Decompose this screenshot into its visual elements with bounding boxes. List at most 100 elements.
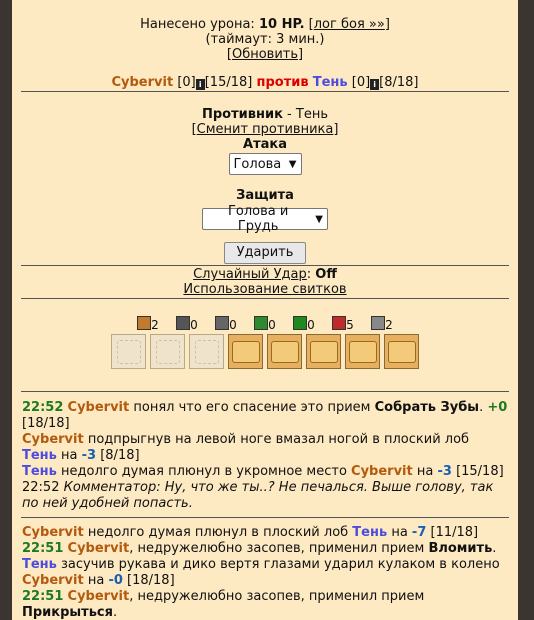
log-entry: 22:51 Cybervit, недружелюбно засопев, пр… bbox=[22, 589, 508, 620]
log-target[interactable]: Cybervit bbox=[22, 573, 84, 588]
log-actor[interactable]: Cybervit bbox=[68, 589, 130, 604]
change-opponent-link[interactable]: Сменит противника bbox=[197, 122, 334, 137]
log-entry: Cybervit недолго думая плюнул в плоский … bbox=[22, 525, 508, 541]
log-actor[interactable]: Тень bbox=[22, 557, 57, 572]
log-text: на bbox=[56, 448, 82, 463]
random-hit-link[interactable]: Случайный Удар bbox=[193, 267, 307, 282]
log-text: . bbox=[113, 605, 118, 620]
belt-counter: 0 bbox=[208, 316, 245, 332]
log-entry: Тень недолго думая плюнул в укромное мес… bbox=[22, 464, 508, 480]
info-icon[interactable]: i bbox=[195, 79, 205, 90]
belt-counter: 0 bbox=[247, 316, 284, 332]
log-time: 22:52 bbox=[22, 480, 60, 495]
log-text: . bbox=[479, 400, 484, 415]
sword-icon bbox=[176, 316, 191, 330]
log-text: , недружелюбно засопев, применил прием bbox=[129, 541, 429, 556]
log-text: на bbox=[83, 573, 109, 588]
empty-slot[interactable] bbox=[111, 334, 146, 369]
log-target[interactable]: Тень bbox=[22, 448, 57, 463]
log-text: недолго думая плюнул в укромное место bbox=[56, 464, 352, 479]
log-gain: +0 bbox=[487, 400, 508, 415]
battle-log-link[interactable]: лог боя »» bbox=[314, 17, 385, 32]
log-target[interactable]: Тень bbox=[352, 525, 387, 540]
fist-icon bbox=[137, 316, 152, 330]
log-damage: -0 bbox=[108, 573, 123, 588]
battle-log: 22:52 Cybervit понял что его спасение эт… bbox=[12, 400, 518, 512]
belt-count: 5 bbox=[346, 318, 354, 332]
scroll-slot[interactable] bbox=[345, 334, 380, 369]
log-entry: Cybervit подпрыгнув на левой ноге вмазал… bbox=[22, 432, 508, 464]
scrolls-link[interactable]: Использование свитков bbox=[183, 282, 346, 297]
player2-name[interactable]: Тень bbox=[313, 75, 348, 90]
log-target[interactable]: Cybervit bbox=[351, 464, 413, 479]
chevron-down-icon: ▼ bbox=[315, 213, 323, 225]
defense-label: Защита bbox=[236, 188, 294, 203]
random-hit-value: Off bbox=[315, 267, 337, 282]
defense-value: Голова и Грудь bbox=[227, 204, 289, 234]
log-hp: [8/18] bbox=[100, 448, 140, 463]
player2-hp: [8/18] bbox=[379, 75, 419, 90]
belt-counter: 2 bbox=[130, 316, 167, 332]
belt-counter: 0 bbox=[169, 316, 206, 332]
log-skill: Прикрыться bbox=[22, 605, 113, 620]
refresh-link[interactable]: Обновить bbox=[232, 47, 298, 62]
log-damage: -3 bbox=[81, 448, 97, 463]
battle-panel: Нанесено урона: 10 HP. [лог боя »»] (тай… bbox=[12, 0, 518, 620]
gray-orb-icon bbox=[371, 316, 386, 330]
defense-select[interactable]: Голова и Грудь ▼ bbox=[202, 204, 328, 234]
player2-level: [0] bbox=[351, 75, 371, 90]
damage-prefix: Нанесено урона: bbox=[140, 17, 259, 32]
log-text: на bbox=[412, 464, 438, 479]
log-actor[interactable]: Тень bbox=[22, 464, 57, 479]
log-text: , недружелюбно засопев, применил прием bbox=[129, 589, 425, 604]
green-shield-icon bbox=[293, 316, 308, 330]
belt-count: 0 bbox=[268, 318, 276, 332]
scroll-slot[interactable] bbox=[306, 334, 341, 369]
random-hit-line: Случайный Удар: Off bbox=[12, 267, 518, 282]
attack-select[interactable]: Голова ▼ bbox=[228, 153, 302, 175]
log-actor[interactable]: Cybervit bbox=[68, 400, 130, 415]
hit-button[interactable]: Ударить bbox=[223, 242, 307, 264]
scroll-icon bbox=[387, 340, 416, 363]
scroll-slot[interactable] bbox=[384, 334, 419, 369]
opponent-name: Тень bbox=[295, 107, 328, 122]
divider bbox=[21, 265, 509, 266]
log-time: 22:51 bbox=[22, 541, 64, 556]
log-entry: 22:52 Комментатор: Ну, что же ты..? Не п… bbox=[22, 480, 508, 512]
green-orb-icon bbox=[254, 316, 269, 330]
log-actor[interactable]: Cybervit bbox=[22, 525, 84, 540]
scrolls-line: Использование свитков bbox=[12, 282, 518, 297]
divider bbox=[21, 298, 509, 299]
scroll-icon bbox=[231, 340, 260, 363]
belt-count: 0 bbox=[307, 318, 315, 332]
attack-value: Голова bbox=[233, 156, 282, 172]
empty-slot[interactable] bbox=[150, 334, 185, 369]
opponent-line: Противник - Тень bbox=[12, 107, 518, 122]
divider bbox=[21, 391, 509, 392]
scroll-icon bbox=[270, 340, 299, 363]
scroll-slot[interactable] bbox=[267, 334, 302, 369]
divider bbox=[21, 91, 509, 92]
log-hp: [18/18] bbox=[22, 416, 70, 431]
log-hp: [11/18] bbox=[430, 525, 479, 540]
player1-name[interactable]: Cybervit bbox=[111, 75, 173, 90]
log-text: подпрыгнув на левой ноге вмазал ногой в … bbox=[83, 432, 470, 447]
opponent-label: Противник bbox=[202, 107, 283, 122]
log-actor[interactable]: Cybervit bbox=[22, 432, 84, 447]
log-actor[interactable]: Cybervit bbox=[68, 541, 130, 556]
player1-level: [0] bbox=[177, 75, 196, 90]
empty-slot-icon bbox=[116, 339, 141, 364]
refresh-line: [Обновить] bbox=[226, 47, 304, 62]
info-icon[interactable]: i bbox=[370, 79, 380, 90]
vs-label: против bbox=[256, 75, 309, 90]
log-entry: Тень засучив рукава и дико вертя глазами… bbox=[22, 557, 508, 589]
log-hp: [18/18] bbox=[127, 573, 175, 588]
scroll-slot[interactable] bbox=[228, 334, 263, 369]
log-entry: 22:51 Cybervit, недружелюбно засопев, пр… bbox=[22, 541, 508, 557]
divider bbox=[21, 517, 509, 518]
belt-count: 2 bbox=[385, 318, 393, 332]
empty-slot[interactable] bbox=[189, 334, 224, 369]
log-damage: -7 bbox=[411, 525, 427, 540]
log-text: понял что его спасение это прием bbox=[129, 400, 375, 415]
chevron-down-icon: ▼ bbox=[288, 158, 297, 170]
